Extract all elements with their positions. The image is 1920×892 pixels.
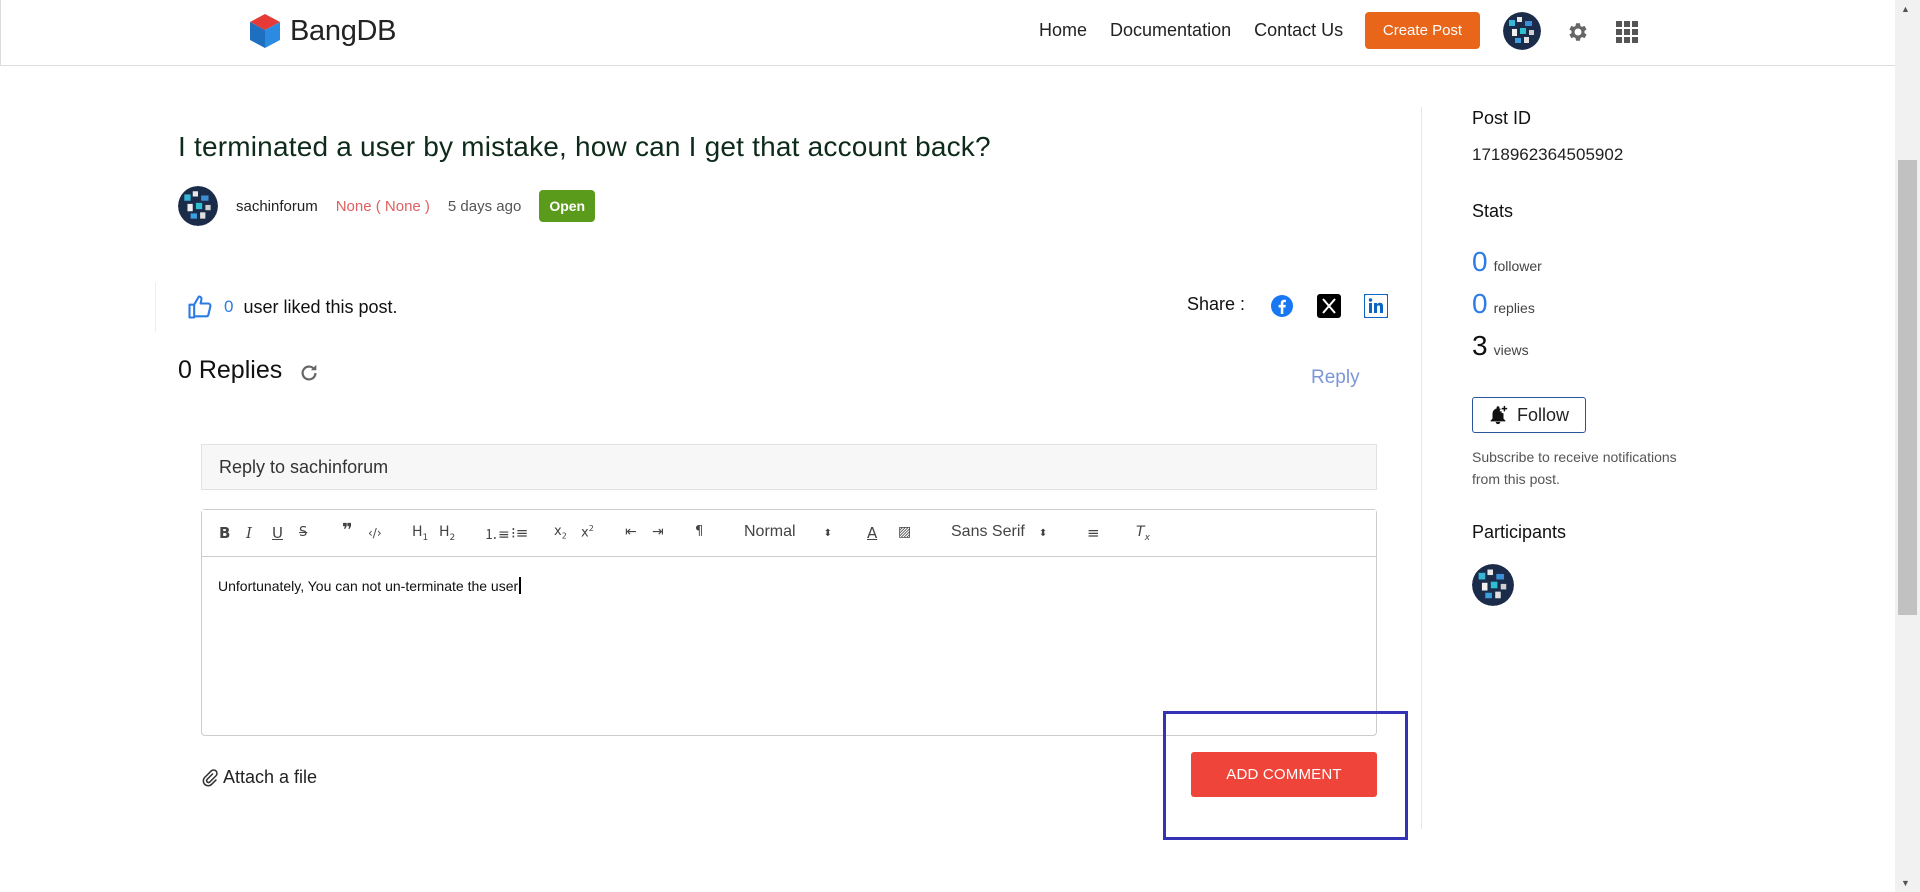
scrollbar-thumb[interactable] [1898, 160, 1917, 615]
post-id-label: Post ID [1472, 108, 1532, 128]
x-twitter-icon[interactable] [1317, 294, 1341, 318]
code-block-icon[interactable]: ‹/› [368, 526, 382, 540]
subscribe-note: Subscribe to receive notifications from … [1472, 449, 1677, 487]
scroll-down-icon[interactable]: ▼ [1901, 878, 1910, 888]
select-arrows-icon: ⬍ [823, 528, 832, 539]
bell-plus-icon [1490, 405, 1508, 425]
stat-views-value: 3 [1472, 330, 1488, 361]
attach-file-link[interactable]: Attach a file [201, 767, 317, 788]
avatar-pattern-icon [1472, 564, 1514, 606]
heading-2-icon[interactable]: H2 [439, 524, 455, 543]
text-direction-icon[interactable]: ¶ [695, 524, 703, 539]
author-avatar[interactable] [178, 186, 218, 226]
add-comment-button[interactable]: ADD COMMENT [1191, 752, 1377, 797]
heading-1-icon[interactable]: H1 [412, 524, 428, 543]
create-post-button[interactable]: Create Post [1365, 12, 1480, 49]
facebook-icon[interactable] [1270, 294, 1294, 318]
stat-replies-label: replies [1493, 300, 1535, 316]
superscript-icon[interactable]: x2 [581, 524, 594, 540]
select-arrows-icon: ⬍ [1038, 528, 1048, 539]
stat-replies-value: 0 [1472, 288, 1488, 319]
sidebar-divider [1421, 107, 1422, 829]
reply-to-header: Reply to sachinforum [201, 444, 1377, 490]
strikethrough-icon[interactable]: S [299, 525, 307, 540]
ordered-list-icon[interactable]: ⒈≡ [484, 524, 510, 544]
clear-format-icon[interactable]: Tx [1136, 524, 1150, 543]
editor-toolbar: B I U S ❞ ‹/› H1 H2 ⒈≡ ⁝≡ x2 x2 ⇤ ⇥ ¶ No… [202, 510, 1376, 557]
nav-documentation-link[interactable]: Documentation [1110, 20, 1231, 41]
stat-followers-label: follower [1493, 258, 1542, 274]
bold-icon[interactable]: B [219, 524, 230, 542]
header-select-value: Normal [744, 523, 796, 540]
refresh-icon[interactable] [298, 362, 320, 384]
stat-views: 3 views [1472, 330, 1529, 362]
post-id-value: 1718962364505902 [1472, 145, 1624, 164]
replies-heading: 0 Replies [178, 356, 283, 384]
attach-file-label: Attach a file [223, 767, 318, 787]
stats-label: Stats [1472, 201, 1514, 221]
like-count: 0 [224, 297, 234, 316]
avatar-pattern-icon [178, 186, 218, 226]
bangdb-cube-icon [250, 14, 280, 48]
editor-content[interactable]: Unfortunately, You can not un-terminate … [202, 557, 1376, 614]
subscript-icon[interactable]: x2 [554, 524, 567, 541]
follow-button[interactable]: Follow [1472, 397, 1586, 433]
settings-gear-icon[interactable] [1565, 20, 1589, 44]
avatar-pattern-icon [1503, 12, 1541, 50]
stat-views-label: views [1493, 342, 1529, 358]
paperclip-icon [202, 768, 218, 786]
underline-icon[interactable]: U [272, 524, 283, 542]
font-select-value: Sans Serif [951, 523, 1025, 540]
author-role: None ( None ) [335, 197, 430, 215]
editor-text: Unfortunately, You can not un-terminate … [218, 578, 519, 594]
stat-followers-value: 0 [1472, 246, 1488, 277]
text-color-icon[interactable]: A [867, 524, 877, 542]
outdent-icon[interactable]: ⇤ [625, 524, 637, 540]
post-title: I terminated a user by mistake, how can … [178, 131, 991, 162]
post-meta: sachinforum None ( None ) 5 days ago Ope… [178, 186, 596, 226]
align-icon[interactable]: ≡ [1087, 524, 1100, 542]
participants-label: Participants [1472, 522, 1567, 542]
thumbs-up-icon[interactable] [186, 293, 214, 321]
brand-logo[interactable]: BangDB [246, 12, 397, 50]
nav-contact-link[interactable]: Contact Us [1254, 20, 1343, 41]
follow-label: Follow [1517, 404, 1570, 425]
font-select[interactable]: Sans Serif ⬍ [951, 523, 1047, 541]
top-navbar: BangDB Home Documentation Contact Us Cre… [0, 0, 1895, 66]
background-color-icon[interactable]: ▨ [898, 524, 911, 540]
linkedin-icon[interactable] [1364, 294, 1388, 318]
blockquote-icon[interactable]: ❞ [342, 520, 353, 541]
participant-avatar[interactable] [1472, 564, 1514, 606]
nav-links: Home Documentation Contact Us [1039, 20, 1343, 41]
status-badge: Open [539, 190, 596, 222]
stat-followers: 0 follower [1472, 246, 1542, 278]
share-label: Share : [1187, 294, 1246, 314]
reply-link[interactable]: Reply [1311, 367, 1360, 389]
author-name[interactable]: sachinforum [236, 198, 318, 215]
text-caret [519, 577, 522, 594]
post-time: 5 days ago [447, 197, 522, 215]
bullet-list-icon[interactable]: ⁝≡ [511, 524, 528, 542]
scroll-up-icon[interactable]: ▲ [1901, 4, 1910, 14]
apps-grid-icon[interactable] [1616, 21, 1638, 43]
user-avatar[interactable] [1503, 12, 1541, 50]
like-text: user liked this post. [243, 296, 398, 317]
header-select[interactable]: Normal ⬍ [744, 523, 832, 541]
brand-name: BangDB [290, 14, 397, 47]
rich-text-editor: B I U S ❞ ‹/› H1 H2 ⒈≡ ⁝≡ x2 x2 ⇤ ⇥ ¶ No… [201, 509, 1377, 736]
indent-icon[interactable]: ⇥ [652, 524, 664, 540]
nav-home-link[interactable]: Home [1039, 20, 1087, 41]
italic-icon[interactable]: I [246, 524, 252, 542]
stat-replies: 0 replies [1472, 288, 1535, 320]
